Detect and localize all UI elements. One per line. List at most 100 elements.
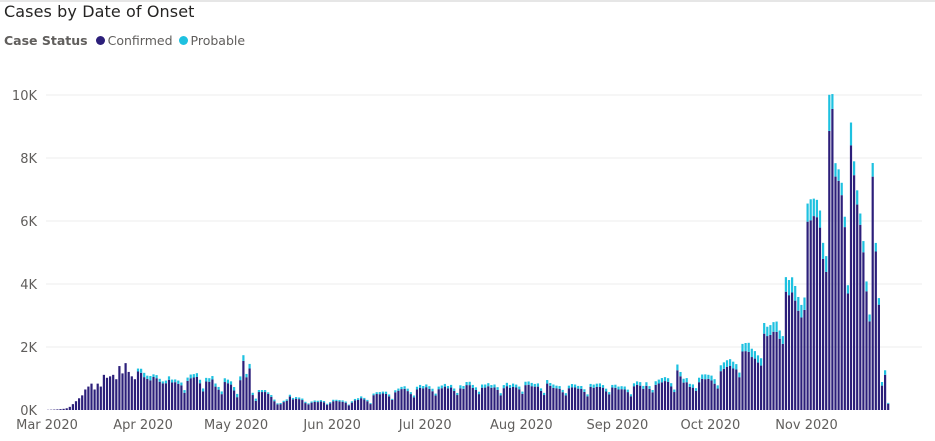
bar-confirmed[interactable] [601, 387, 605, 410]
bar-confirmed[interactable] [357, 399, 360, 410]
bar-probable[interactable] [856, 190, 859, 205]
bar-confirmed[interactable] [332, 401, 335, 410]
bar-confirmed[interactable] [698, 382, 701, 410]
bar-confirmed[interactable] [233, 390, 236, 410]
bar-probable[interactable] [440, 385, 443, 389]
bar-probable[interactable] [313, 400, 316, 402]
bar-confirmed[interactable] [775, 331, 778, 410]
bar-probable[interactable] [605, 388, 608, 392]
bar-confirmed[interactable] [818, 227, 822, 410]
bar-probable[interactable] [769, 325, 772, 335]
bar-confirmed[interactable] [570, 387, 574, 410]
bar-probable[interactable] [865, 281, 868, 292]
bar-confirmed[interactable] [667, 381, 670, 410]
bar-confirmed[interactable] [208, 381, 211, 410]
bar-confirmed[interactable] [353, 400, 357, 410]
bar-probable[interactable] [394, 390, 397, 393]
bar-probable[interactable] [651, 389, 654, 393]
bar-confirmed[interactable] [843, 227, 846, 410]
bar-confirmed[interactable] [651, 392, 654, 410]
bar-probable[interactable] [837, 169, 840, 181]
bar-probable[interactable] [378, 392, 381, 395]
bar-confirmed[interactable] [338, 401, 341, 410]
bar-confirmed[interactable] [105, 377, 109, 410]
bar-confirmed[interactable] [186, 380, 189, 410]
bar-probable[interactable] [425, 384, 428, 388]
bar-probable[interactable] [282, 400, 285, 403]
bar-probable[interactable] [645, 382, 648, 386]
bar-confirmed[interactable] [484, 387, 487, 410]
bar-confirmed[interactable] [223, 382, 226, 410]
bar-confirmed[interactable] [341, 401, 344, 410]
bar-probable[interactable] [567, 385, 570, 389]
bar-probable[interactable] [859, 213, 862, 225]
bar-probable[interactable] [149, 375, 152, 381]
bar-probable[interactable] [880, 382, 884, 386]
bar-probable[interactable] [341, 400, 344, 402]
bar-confirmed[interactable] [462, 388, 465, 410]
bar-probable[interactable] [698, 377, 701, 383]
bar-probable[interactable] [704, 374, 707, 380]
bar-probable[interactable] [161, 381, 164, 384]
bar-confirmed[interactable] [611, 387, 614, 410]
bar-confirmed[interactable] [245, 377, 248, 410]
bar-confirmed[interactable] [806, 221, 809, 410]
bar-confirmed[interactable] [617, 389, 620, 410]
bar-confirmed[interactable] [316, 402, 319, 410]
bar-confirmed[interactable] [741, 351, 744, 411]
bar-probable[interactable] [784, 277, 787, 292]
bar-confirmed[interactable] [378, 394, 381, 410]
bar-probable[interactable] [642, 385, 645, 389]
bar-probable[interactable] [462, 385, 465, 389]
bar-confirmed[interactable] [74, 401, 78, 410]
bar-confirmed[interactable] [539, 390, 543, 410]
bar-probable[interactable] [229, 381, 233, 385]
bar-probable[interactable] [778, 330, 781, 339]
bar-confirmed[interactable] [465, 385, 468, 410]
bar-probable[interactable] [570, 384, 574, 388]
bar-probable[interactable] [214, 383, 217, 387]
bar-confirmed[interactable] [167, 379, 171, 410]
bar-probable[interactable] [239, 376, 242, 381]
bar-probable[interactable] [353, 398, 357, 401]
bar-confirmed[interactable] [834, 176, 837, 410]
bar-probable[interactable] [285, 399, 288, 401]
bar-confirmed[interactable] [642, 388, 645, 410]
bar-confirmed[interactable] [313, 401, 316, 410]
bar-probable[interactable] [152, 374, 155, 377]
bar-probable[interactable] [372, 393, 375, 396]
bar-confirmed[interactable] [809, 220, 812, 410]
bar-confirmed[interactable] [701, 378, 704, 410]
bar-probable[interactable] [639, 382, 642, 386]
bar-probable[interactable] [465, 382, 468, 386]
bar-probable[interactable] [608, 392, 611, 395]
bar-probable[interactable] [490, 385, 493, 388]
bar-confirmed[interactable] [763, 333, 766, 410]
bar-confirmed[interactable] [344, 402, 347, 410]
bar-confirmed[interactable] [673, 392, 676, 410]
bar-probable[interactable] [146, 375, 149, 379]
bar-confirmed[interactable] [750, 357, 753, 410]
bar-confirmed[interactable] [189, 378, 192, 410]
bar-probable[interactable] [459, 385, 462, 389]
bar-confirmed[interactable] [744, 351, 747, 410]
bar-confirmed[interactable] [812, 216, 815, 410]
bar-probable[interactable] [663, 377, 667, 382]
bar-probable[interactable] [667, 378, 670, 382]
bar-confirmed[interactable] [158, 381, 161, 410]
bar-confirmed[interactable] [127, 371, 130, 410]
bar-probable[interactable] [288, 394, 291, 397]
bar-probable[interactable] [747, 342, 750, 352]
bar-confirmed[interactable] [828, 130, 831, 410]
bar-confirmed[interactable] [226, 383, 229, 410]
bar-probable[interactable] [409, 392, 412, 395]
bar-confirmed[interactable] [691, 387, 694, 410]
bar-confirmed[interactable] [877, 304, 880, 410]
bar-confirmed[interactable] [322, 402, 326, 410]
bar-confirmed[interactable] [496, 389, 499, 410]
bar-probable[interactable] [741, 343, 744, 352]
bar-probable[interactable] [766, 326, 769, 337]
bar-confirmed[interactable] [825, 271, 828, 410]
bar-confirmed[interactable] [856, 204, 859, 410]
bar-confirmed[interactable] [623, 389, 626, 410]
